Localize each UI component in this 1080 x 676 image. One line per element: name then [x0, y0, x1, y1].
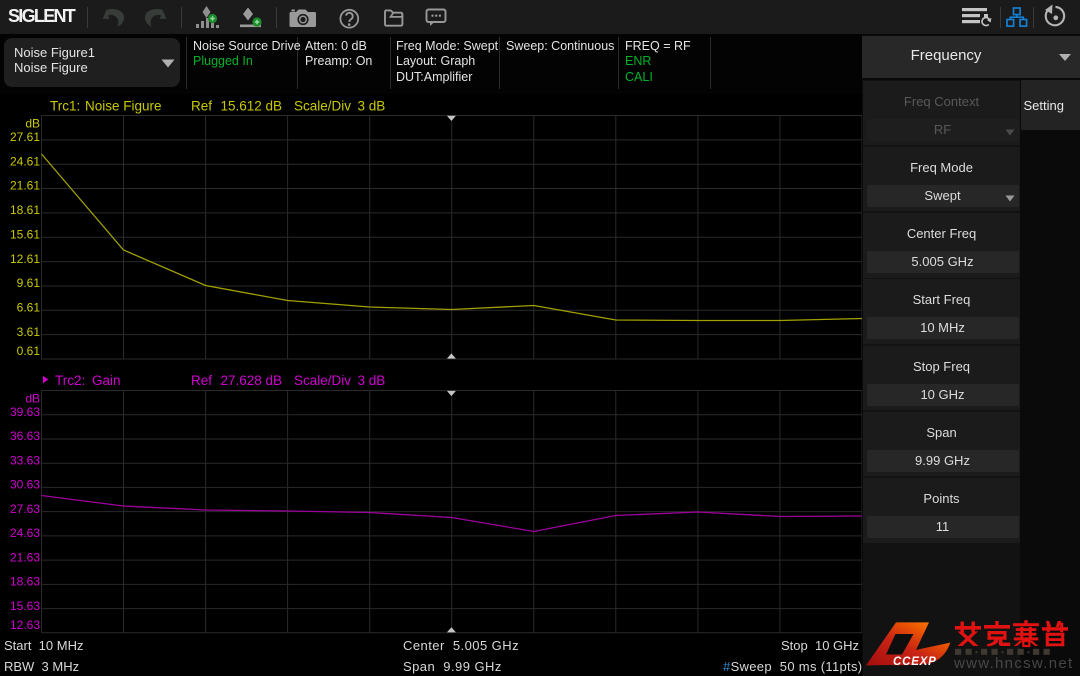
svg-text:Scale/Div: Scale/Div	[294, 99, 351, 114]
svg-text:3 dB: 3 dB	[358, 373, 386, 388]
svg-text:Noise Figure: Noise Figure	[85, 99, 162, 114]
svg-text:0.61: 0.61	[17, 344, 41, 358]
svg-text:Trc1:: Trc1:	[50, 99, 80, 114]
svg-text:18.61: 18.61	[10, 203, 40, 217]
svg-text:36.63: 36.63	[10, 429, 40, 443]
svg-text:dB: dB	[25, 392, 40, 406]
svg-text:Ref: Ref	[191, 373, 212, 388]
svg-text:3.61: 3.61	[17, 325, 41, 339]
svg-text:24.61: 24.61	[10, 154, 40, 168]
svg-text:Scale/Div: Scale/Div	[294, 373, 351, 388]
svg-text:27.61: 27.61	[10, 130, 40, 144]
svg-text:15.61: 15.61	[10, 227, 40, 241]
svg-text:Trc2:: Trc2:	[55, 373, 85, 388]
svg-text:15.612 dB: 15.612 dB	[221, 99, 283, 114]
svg-text:9.61: 9.61	[17, 276, 41, 290]
svg-text:21.63: 21.63	[10, 550, 40, 564]
svg-text:12.61: 12.61	[10, 252, 40, 266]
svg-text:18.63: 18.63	[10, 575, 40, 589]
svg-text:15.63: 15.63	[10, 599, 40, 613]
svg-text:33.63: 33.63	[10, 454, 40, 468]
svg-text:CCEXP: CCEXP	[893, 656, 937, 668]
svg-text:24.63: 24.63	[10, 526, 40, 540]
svg-text:27.63: 27.63	[10, 502, 40, 516]
svg-text:www.hncsw.net: www.hncsw.net	[953, 655, 1073, 672]
svg-text:21.61: 21.61	[10, 179, 40, 193]
svg-text:6.61: 6.61	[17, 300, 41, 314]
svg-text:39.63: 39.63	[10, 405, 40, 419]
svg-text:Gain: Gain	[92, 373, 121, 388]
svg-text:3 dB: 3 dB	[358, 99, 386, 114]
svg-text:30.63: 30.63	[10, 478, 40, 492]
svg-text:dB: dB	[25, 117, 40, 131]
svg-text:Ref: Ref	[191, 99, 212, 114]
svg-text:27.628 dB: 27.628 dB	[221, 373, 283, 388]
svg-text:12.63: 12.63	[10, 618, 40, 632]
